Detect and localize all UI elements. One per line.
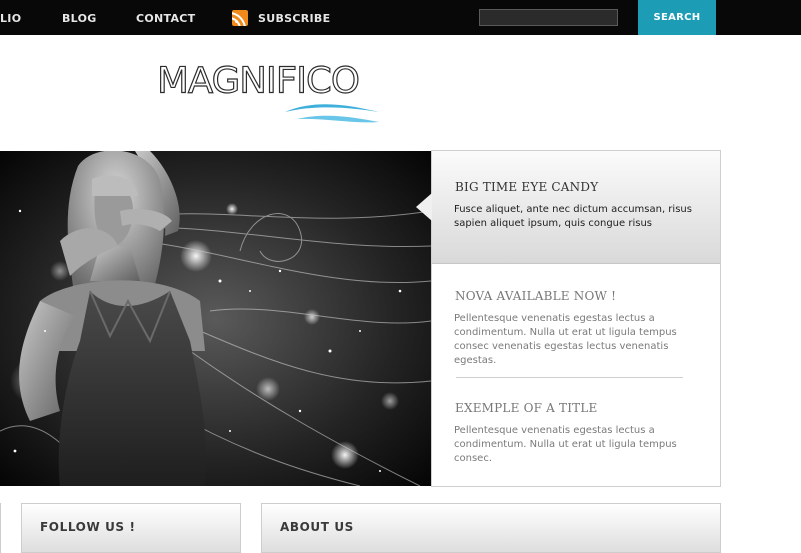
left-edge-box <box>0 503 1 553</box>
nav-link-portfolio[interactable]: LIO <box>0 12 21 25</box>
rss-icon[interactable] <box>232 10 248 26</box>
nav-link-contact[interactable]: CONTACT <box>136 12 195 25</box>
follow-us-box: FOLLOW US ! <box>21 503 241 553</box>
hero-photo-illustration <box>0 151 431 486</box>
pointer-arrow-icon <box>416 193 432 221</box>
logo-swoosh-icon <box>285 104 379 123</box>
featured-posts-panel: BIG TIME EYE CANDY Fusce aliquet, ante n… <box>416 150 721 487</box>
site-logo[interactable]: MAGNIFICO <box>156 61 387 132</box>
search-input[interactable] <box>479 9 618 26</box>
nav-link-blog[interactable]: BLOG <box>62 12 97 25</box>
featured-post-title[interactable]: BIG TIME EYE CANDY <box>455 180 598 194</box>
divider <box>456 377 683 378</box>
follow-us-heading: FOLLOW US ! <box>40 520 136 534</box>
hero-image <box>0 151 431 486</box>
about-us-heading: ABOUT US <box>280 520 354 534</box>
post-title[interactable]: NOVA AVAILABLE NOW ! <box>455 289 616 303</box>
top-nav-bar: LIO BLOG CONTACT SUBSCRIBE SEARCH <box>0 0 801 35</box>
post-excerpt: Pellentesque venenatis egestas lectus a … <box>454 313 677 366</box>
featured-post[interactable]: BIG TIME EYE CANDY Fusce aliquet, ante n… <box>416 151 720 264</box>
about-us-box: ABOUT US <box>261 503 721 553</box>
search-button[interactable]: SEARCH <box>638 0 716 35</box>
featured-post-text: Fusce aliquet, ante nec dictum accumsan,… <box>454 204 692 229</box>
post-title[interactable]: EXEMPLE OF A TITLE <box>455 401 598 415</box>
nav-link-subscribe[interactable]: SUBSCRIBE <box>258 12 330 25</box>
post-excerpt: Pellentesque venenatis egestas lectus a … <box>454 425 677 464</box>
